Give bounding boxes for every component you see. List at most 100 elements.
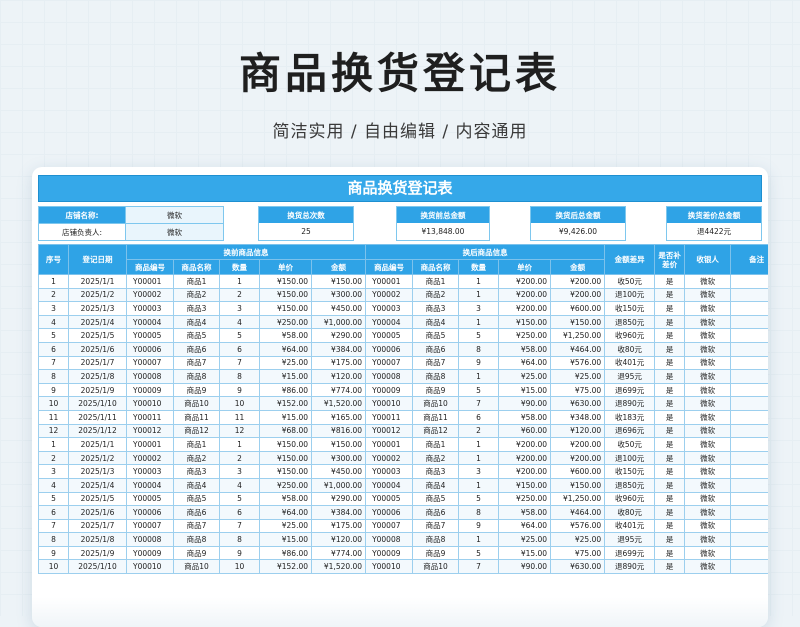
cell-before-price[interactable]: ¥152.00 xyxy=(259,559,312,575)
cell-note[interactable] xyxy=(730,301,768,316)
cell-before-qty[interactable]: 6 xyxy=(219,505,260,520)
cell-receiver[interactable]: 微软 xyxy=(684,287,732,303)
cell-after-price[interactable]: ¥90.00 xyxy=(498,559,552,575)
cell-diff[interactable]: 收50元 xyxy=(604,437,656,452)
cell-note[interactable] xyxy=(730,491,768,507)
cell-after-qty[interactable]: 1 xyxy=(458,437,500,452)
cell-before-name[interactable]: 商品7 xyxy=(173,518,220,534)
cell-note[interactable] xyxy=(730,341,768,357)
cell-seq[interactable]: 10 xyxy=(38,559,69,575)
cell-receiver[interactable]: 微软 xyxy=(684,437,732,452)
cell-after-amount[interactable]: ¥464.00 xyxy=(550,505,606,520)
cell-after-code[interactable]: Y00003 xyxy=(365,464,414,479)
cell-note[interactable] xyxy=(730,477,768,493)
cell-before-amount[interactable]: ¥816.00 xyxy=(310,423,367,439)
cell-before-price[interactable]: ¥64.00 xyxy=(259,505,312,520)
summary-value[interactable]: 25 xyxy=(259,223,353,240)
cell-before-price[interactable]: ¥68.00 xyxy=(259,423,312,439)
cell-after-qty[interactable]: 5 xyxy=(458,491,500,507)
cell-after-code[interactable]: Y00004 xyxy=(365,314,414,330)
cell-before-name[interactable]: 商品3 xyxy=(173,464,220,479)
cell-before-name[interactable]: 商品1 xyxy=(173,274,220,289)
cell-before-qty[interactable]: 3 xyxy=(219,464,260,479)
cell-before-code[interactable]: Y00005 xyxy=(126,491,174,507)
cell-after-price[interactable]: ¥150.00 xyxy=(498,477,552,493)
cell-before-code[interactable]: Y00003 xyxy=(126,301,174,316)
cell-after-amount[interactable]: ¥576.00 xyxy=(550,355,606,371)
cell-before-amount[interactable]: ¥300.00 xyxy=(310,450,367,466)
cell-before-name[interactable]: 商品9 xyxy=(173,545,220,561)
cell-after-amount[interactable]: ¥75.00 xyxy=(550,545,606,561)
cell-diff[interactable]: 退890元 xyxy=(604,396,656,411)
cell-after-price[interactable]: ¥60.00 xyxy=(498,423,552,439)
cell-note[interactable] xyxy=(730,545,768,561)
cell-after-code[interactable]: Y00007 xyxy=(365,355,414,371)
cell-after-name[interactable]: 商品9 xyxy=(412,545,460,561)
cell-after-price[interactable]: ¥200.00 xyxy=(498,287,552,303)
cell-date[interactable]: 2025/1/11 xyxy=(68,409,127,425)
cell-after-qty[interactable]: 5 xyxy=(458,382,500,398)
cell-after-code[interactable]: Y00005 xyxy=(365,328,414,343)
cell-seq[interactable]: 11 xyxy=(38,409,69,425)
cell-note[interactable] xyxy=(730,409,768,425)
cell-receiver[interactable]: 微软 xyxy=(684,314,732,330)
cell-after-amount[interactable]: ¥348.00 xyxy=(550,409,606,425)
cell-after-qty[interactable]: 7 xyxy=(458,396,500,411)
cell-before-price[interactable]: ¥64.00 xyxy=(259,341,312,357)
cell-receiver[interactable]: 微软 xyxy=(684,532,732,547)
cell-diff[interactable]: 收401元 xyxy=(604,518,656,534)
cell-seq[interactable]: 3 xyxy=(38,464,69,479)
cell-date[interactable]: 2025/1/7 xyxy=(68,355,127,371)
cell-before-qty[interactable]: 1 xyxy=(219,274,260,289)
cell-before-amount[interactable]: ¥384.00 xyxy=(310,505,367,520)
cell-after-qty[interactable]: 5 xyxy=(458,545,500,561)
cell-seq[interactable]: 2 xyxy=(38,287,69,303)
cell-before-price[interactable]: ¥15.00 xyxy=(259,409,312,425)
cell-paid[interactable]: 是 xyxy=(654,491,686,507)
cell-before-price[interactable]: ¥250.00 xyxy=(259,477,312,493)
cell-seq[interactable]: 4 xyxy=(38,477,69,493)
cell-before-code[interactable]: Y00006 xyxy=(126,505,174,520)
cell-before-name[interactable]: 商品4 xyxy=(173,314,220,330)
cell-note[interactable] xyxy=(730,314,768,330)
cell-diff[interactable]: 退850元 xyxy=(604,477,656,493)
cell-before-name[interactable]: 商品1 xyxy=(173,437,220,452)
cell-after-name[interactable]: 商品6 xyxy=(412,341,460,357)
cell-date[interactable]: 2025/1/8 xyxy=(68,532,127,547)
cell-note[interactable] xyxy=(730,505,768,520)
cell-after-amount[interactable]: ¥600.00 xyxy=(550,464,606,479)
cell-after-qty[interactable]: 1 xyxy=(458,532,500,547)
cell-after-code[interactable]: Y00006 xyxy=(365,505,414,520)
cell-before-code[interactable]: Y00004 xyxy=(126,477,174,493)
cell-after-amount[interactable]: ¥200.00 xyxy=(550,287,606,303)
cell-diff[interactable]: 退100元 xyxy=(604,450,656,466)
cell-after-code[interactable]: Y00002 xyxy=(365,450,414,466)
cell-before-amount[interactable]: ¥150.00 xyxy=(310,274,367,289)
cell-before-amount[interactable]: ¥175.00 xyxy=(310,355,367,371)
cell-before-price[interactable]: ¥86.00 xyxy=(259,382,312,398)
cell-before-qty[interactable]: 5 xyxy=(219,328,260,343)
cell-before-name[interactable]: 商品10 xyxy=(173,396,220,411)
cell-date[interactable]: 2025/1/6 xyxy=(68,505,127,520)
cell-note[interactable] xyxy=(730,369,768,384)
cell-paid[interactable]: 是 xyxy=(654,450,686,466)
cell-before-qty[interactable]: 10 xyxy=(219,559,260,575)
cell-after-price[interactable]: ¥58.00 xyxy=(498,341,552,357)
cell-before-price[interactable]: ¥150.00 xyxy=(259,464,312,479)
cell-before-name[interactable]: 商品4 xyxy=(173,477,220,493)
cell-after-code[interactable]: Y00007 xyxy=(365,518,414,534)
cell-before-amount[interactable]: ¥290.00 xyxy=(310,491,367,507)
cell-receiver[interactable]: 微软 xyxy=(684,396,732,411)
cell-after-price[interactable]: ¥25.00 xyxy=(498,369,552,384)
cell-note[interactable] xyxy=(730,355,768,371)
cell-before-code[interactable]: Y00006 xyxy=(126,341,174,357)
cell-before-name[interactable]: 商品2 xyxy=(173,450,220,466)
cell-after-qty[interactable]: 3 xyxy=(458,301,500,316)
cell-after-code[interactable]: Y00008 xyxy=(365,532,414,547)
cell-before-price[interactable]: ¥15.00 xyxy=(259,532,312,547)
cell-after-name[interactable]: 商品4 xyxy=(412,477,460,493)
cell-before-amount[interactable]: ¥450.00 xyxy=(310,301,367,316)
cell-before-name[interactable]: 商品5 xyxy=(173,328,220,343)
cell-before-name[interactable]: 商品5 xyxy=(173,491,220,507)
cell-after-code[interactable]: Y00006 xyxy=(365,341,414,357)
